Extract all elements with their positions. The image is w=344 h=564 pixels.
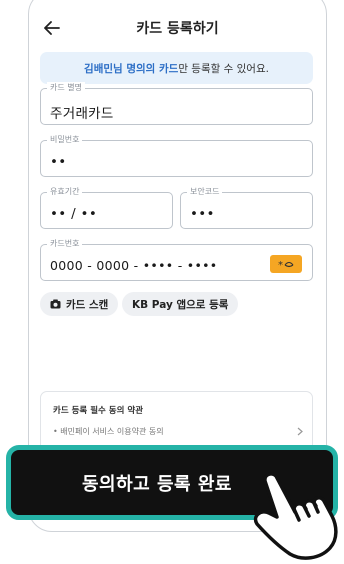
cvc-field[interactable]: 보안코드 ••• [180,186,313,229]
card-name-label: 카드 별명 [47,82,85,93]
password-field[interactable]: 비밀번호 •• [40,134,313,177]
kb-pay-label: KB Pay 앱으로 등록 [132,298,229,311]
card-name-field[interactable]: 카드 별명 주거래카드 [40,82,313,125]
notice-highlight: 김배민님 명의의 카드 [84,62,179,75]
arrow-left-icon [44,21,60,35]
password-value: •• [50,154,67,170]
card-name-value: 주거래카드 [50,106,114,122]
cvc-value: ••• [190,206,215,222]
header: 카드 등록하기 [29,13,326,43]
password-label: 비밀번호 [47,134,83,145]
expiry-value: •• / •• [50,206,98,222]
camera-icon [50,299,61,309]
card-number-value: 0000 - 0000 - •••• - •••• [50,258,218,273]
kb-pay-button[interactable]: KB Pay 앱으로 등록 [122,292,239,316]
card-scan-button[interactable]: 카드 스캔 [40,292,119,316]
notice-text: 만 등록할 수 있어요. [178,62,269,75]
card-number-label: 카드번호 [47,238,83,249]
masked-eye-icon: * [278,260,294,269]
terms-item[interactable]: • 배민페이 서비스 이용약관 동의 [53,426,303,437]
mask-toggle-button[interactable]: * [270,255,302,273]
page-title: 카드 등록하기 [136,21,219,37]
expiry-label: 유효기간 [47,186,83,197]
cvc-label: 보안코드 [187,186,223,197]
back-button[interactable] [39,15,65,41]
agree-button-label: 동의하고 등록 완료 [81,473,232,495]
expiry-field[interactable]: 유효기간 •• / •• [40,186,173,229]
terms-item-label: • 배민페이 서비스 이용약관 동의 [53,427,164,436]
pointing-hand-icon [253,472,338,560]
notice-banner: 김배민님 명의의 카드 만 등록할 수 있어요. [40,52,313,84]
chevron-right-icon [297,427,303,436]
card-scan-label: 카드 스캔 [66,298,109,311]
terms-title: 카드 등록 필수 동의 약관 [53,406,144,416]
card-number-field[interactable]: 카드번호 0000 - 0000 - •••• - •••• * [40,238,313,281]
svg-text:*: * [278,260,283,269]
